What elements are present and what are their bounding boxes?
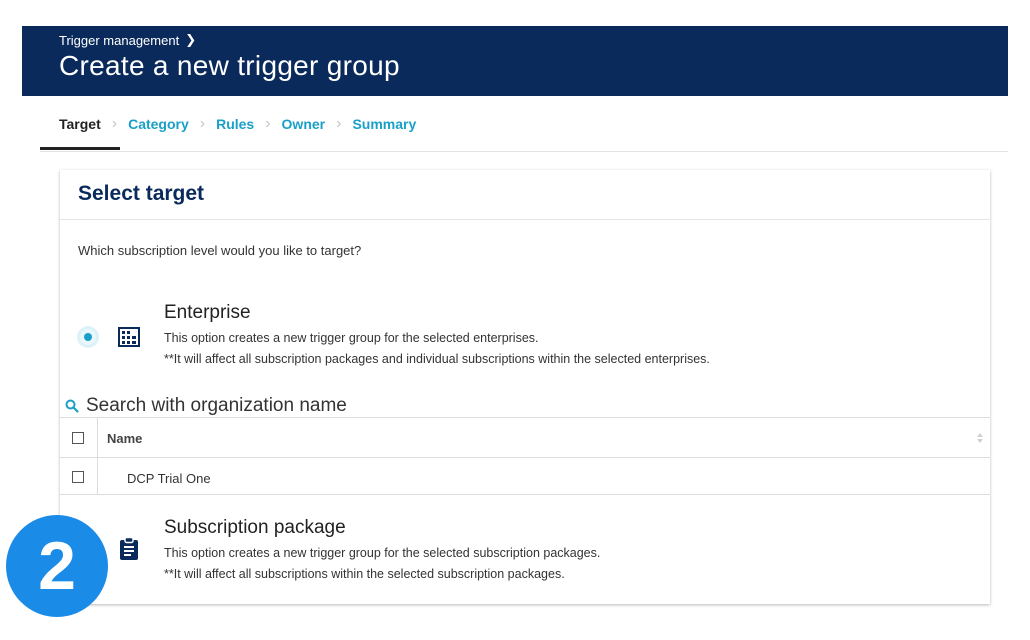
organization-table: Name DCP Trial One [60,417,990,495]
table-header-row: Name [60,417,990,457]
option-description: This option creates a new trigger group … [164,331,539,345]
breadcrumb[interactable]: Trigger management ❯ [59,32,196,48]
option-subscription-package[interactable]: Subscription package This option creates… [60,515,990,595]
table-row[interactable]: DCP Trial One [60,457,990,495]
chevron-right-icon: ❯ [185,32,197,47]
step-separator-icon: › [199,115,206,132]
step-summary[interactable]: Summary [352,116,416,132]
breadcrumb-trigger-management[interactable]: Trigger management [59,33,179,48]
radio-selected-dot [84,333,92,341]
option-note: **It will affect all subscriptions withi… [164,567,565,581]
panel-header: Select target [60,170,990,220]
step-rules[interactable]: Rules [216,116,254,132]
column-divider [97,418,98,457]
clipboard-icon [118,536,140,566]
step-separator-icon: › [265,115,271,132]
option-note: **It will affect all subscription packag… [164,352,710,366]
option-title: Subscription package [164,517,346,538]
step-target[interactable]: Target [59,116,101,132]
organization-search [60,394,990,418]
step-number-badge: 2 [6,515,108,617]
target-question: Which subscription level would you like … [78,243,362,258]
step-separator-icon: › [111,115,118,132]
wizard-stepper: Target › Category › Rules › Owner › Summ… [40,98,1008,152]
building-icon [118,326,140,353]
step-owner[interactable]: Owner [282,116,326,132]
organization-name: DCP Trial One [127,471,211,486]
column-divider [97,458,98,494]
sort-icon[interactable] [976,431,984,449]
select-target-panel: Select target Which subscription level w… [60,170,990,604]
option-enterprise[interactable]: Enterprise This option creates a new tri… [60,300,990,380]
option-description: This option creates a new trigger group … [164,546,601,560]
row-checkbox[interactable] [72,471,84,483]
option-title: Enterprise [164,302,251,323]
step-category[interactable]: Category [128,116,189,132]
page-header: Trigger management ❯ Create a new trigge… [22,26,1008,96]
search-input[interactable] [86,394,946,418]
search-icon [65,399,79,418]
active-step-indicator [40,147,120,150]
select-all-checkbox[interactable] [72,432,84,444]
step-separator-icon: › [336,115,342,132]
column-header-name[interactable]: Name [107,431,142,446]
enterprise-radio[interactable] [80,329,96,345]
page-title: Create a new trigger group [59,50,400,81]
panel-title: Select target [78,182,205,205]
